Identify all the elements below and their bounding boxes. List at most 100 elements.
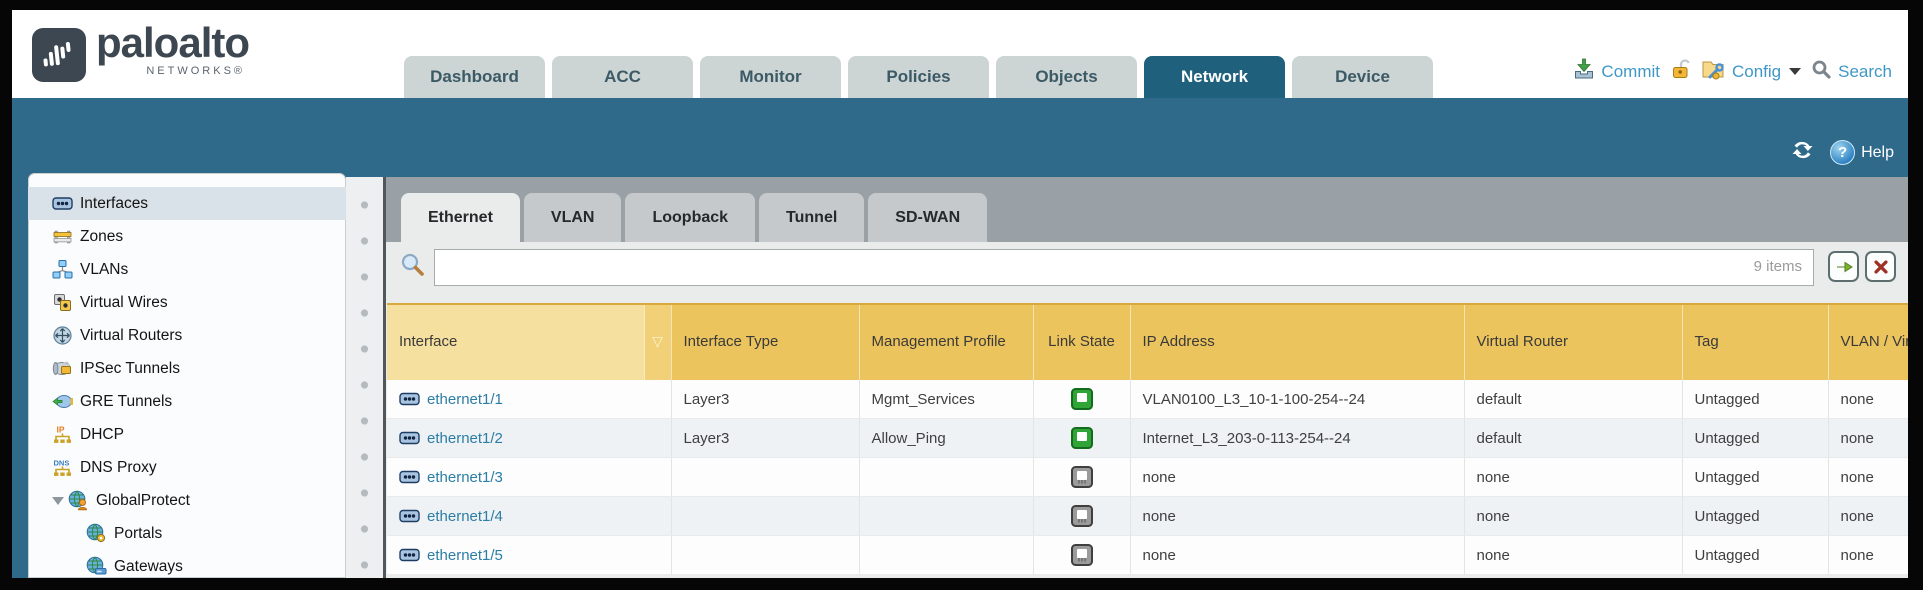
link-state-icon[interactable]: [1071, 505, 1093, 527]
tab-sdwan[interactable]: SD-WAN: [868, 193, 987, 242]
cell-ip-address: VLAN0100_L3_10-1-100-254--24: [1130, 380, 1464, 419]
sidebar-item-ipsec-tunnels[interactable]: IPSec Tunnels: [28, 352, 346, 385]
search-icon: [1811, 59, 1832, 85]
interfaces-icon: [52, 193, 73, 214]
tab-ethernet[interactable]: Ethernet: [401, 193, 520, 242]
tab-loopback[interactable]: Loopback: [625, 193, 755, 242]
config-menu[interactable]: Config: [1701, 58, 1801, 85]
col-interface[interactable]: Interface: [387, 304, 644, 380]
sidebar-item-globalprotect[interactable]: GlobalProtect: [28, 484, 346, 517]
interface-type-tabs: Ethernet VLAN Loopback Tunnel SD-WAN: [401, 193, 987, 242]
dns-proxy-icon: DNS: [52, 457, 73, 478]
cell-vlan: none: [1828, 380, 1908, 419]
cell-interface-type: [671, 536, 859, 575]
tab-acc[interactable]: ACC: [552, 56, 693, 98]
cell-management-profile: Allow_Ping: [859, 419, 1033, 458]
lock-button[interactable]: [1670, 58, 1691, 85]
tab-policies[interactable]: Policies: [848, 56, 989, 98]
col-tag[interactable]: Tag: [1682, 304, 1828, 380]
tab-dashboard[interactable]: Dashboard: [404, 56, 545, 98]
interface-icon: [399, 469, 420, 485]
col-ip-address[interactable]: IP Address: [1130, 304, 1464, 380]
svg-text:DNS: DNS: [54, 459, 70, 468]
interface-link[interactable]: ethernet1/1: [427, 391, 503, 408]
tab-monitor[interactable]: Monitor: [700, 56, 841, 98]
network-sidebar: Interfaces Zones VLANs: [28, 173, 346, 578]
table-row: ethernet1/3 none none Untagged none: [387, 458, 1908, 497]
main-panel: Ethernet VLAN Loopback Tunnel SD-WAN 9 i…: [383, 177, 1908, 578]
sort-indicator[interactable]: ▽: [644, 304, 671, 380]
svg-text:IP: IP: [57, 425, 65, 435]
search-button[interactable]: Search: [1811, 59, 1892, 85]
interface-icon: [399, 391, 420, 407]
interface-link[interactable]: ethernet1/2: [427, 430, 503, 447]
cell-vlan: none: [1828, 419, 1908, 458]
sidebar-item-dns-proxy[interactable]: DNS DNS Proxy: [28, 451, 346, 484]
config-icon: [1701, 58, 1726, 85]
link-state-icon[interactable]: [1071, 466, 1093, 488]
link-state-icon[interactable]: [1071, 544, 1093, 566]
col-virtual-router[interactable]: Virtual Router: [1464, 304, 1682, 380]
virtual-wires-icon: [52, 292, 73, 313]
sub-header-band: ? Help: [12, 98, 1908, 177]
caret-down-icon: [1789, 68, 1801, 75]
filter-input[interactable]: [434, 249, 1814, 286]
tab-objects[interactable]: Objects: [996, 56, 1137, 98]
sidebar-item-interfaces[interactable]: Interfaces: [28, 187, 346, 220]
help-icon[interactable]: ?: [1830, 140, 1855, 165]
cell-interface-type: [671, 458, 859, 497]
apply-filter-arrow-icon: [1834, 257, 1854, 277]
cell-management-profile: [859, 458, 1033, 497]
col-interface-type[interactable]: Interface Type: [671, 304, 859, 380]
tab-tunnel[interactable]: Tunnel: [759, 193, 864, 242]
refresh-icon[interactable]: [1789, 138, 1816, 167]
brand-tagline: NETWORKS®: [96, 66, 249, 77]
apply-filter-button[interactable]: [1828, 251, 1859, 282]
sidebar-item-gateways[interactable]: Gateways: [28, 550, 346, 578]
interface-icon: [399, 547, 420, 563]
link-state-icon[interactable]: [1071, 388, 1093, 410]
sidebar-item-zones[interactable]: Zones: [28, 220, 346, 253]
clear-filter-button[interactable]: [1865, 251, 1896, 282]
sidebar-item-virtual-routers[interactable]: Virtual Routers: [28, 319, 346, 352]
col-link-state[interactable]: Link State: [1033, 304, 1130, 380]
interface-link[interactable]: ethernet1/4: [427, 508, 503, 525]
interface-icon: [399, 430, 420, 446]
cell-interface-type: [671, 497, 859, 536]
sidebar-item-virtual-wires[interactable]: Virtual Wires: [28, 286, 346, 319]
cell-virtual-router: none: [1464, 497, 1682, 536]
cell-management-profile: [859, 536, 1033, 575]
help-label[interactable]: Help: [1861, 144, 1894, 162]
cell-virtual-router: default: [1464, 419, 1682, 458]
portals-icon: [86, 523, 107, 544]
cell-virtual-router: default: [1464, 380, 1682, 419]
tab-vlan[interactable]: VLAN: [524, 193, 622, 242]
cell-tag: Untagged: [1682, 380, 1828, 419]
cell-ip-address: none: [1130, 458, 1464, 497]
cell-tag: Untagged: [1682, 458, 1828, 497]
col-vlan-virtual-wire[interactable]: VLAN / Virtual Wire: [1828, 304, 1908, 380]
cell-management-profile: Mgmt_Services: [859, 380, 1033, 419]
sidebar-item-dhcp[interactable]: IP DHCP: [28, 418, 346, 451]
cell-tag: Untagged: [1682, 536, 1828, 575]
table-row: ethernet1/4 none none Untagged none: [387, 497, 1908, 536]
col-management-profile[interactable]: Management Profile: [859, 304, 1033, 380]
link-state-icon[interactable]: [1071, 427, 1093, 449]
sidebar-item-portals[interactable]: Portals: [28, 517, 346, 550]
tab-device[interactable]: Device: [1292, 56, 1433, 98]
sidebar-item-gre-tunnels[interactable]: GRE Tunnels: [28, 385, 346, 418]
ipsec-tunnels-icon: [52, 358, 73, 379]
sidebar-item-vlans[interactable]: VLANs: [28, 253, 346, 286]
brand-name: paloalto: [96, 22, 249, 64]
cell-ip-address: Internet_L3_203-0-113-254--24: [1130, 419, 1464, 458]
expander-down-icon[interactable]: [52, 497, 64, 505]
tab-network[interactable]: Network: [1144, 56, 1285, 98]
commit-button[interactable]: Commit: [1573, 58, 1660, 85]
sidebar-splitter[interactable]: [346, 177, 383, 578]
sort-down-icon: ▽: [652, 333, 663, 349]
interface-link[interactable]: ethernet1/3: [427, 469, 503, 486]
vlans-icon: [52, 259, 73, 280]
interface-link[interactable]: ethernet1/5: [427, 547, 503, 564]
main-nav: Dashboard ACC Monitor Policies Objects N…: [404, 56, 1433, 98]
table-header-row: Interface ▽ Interface Type Management Pr…: [387, 304, 1908, 380]
